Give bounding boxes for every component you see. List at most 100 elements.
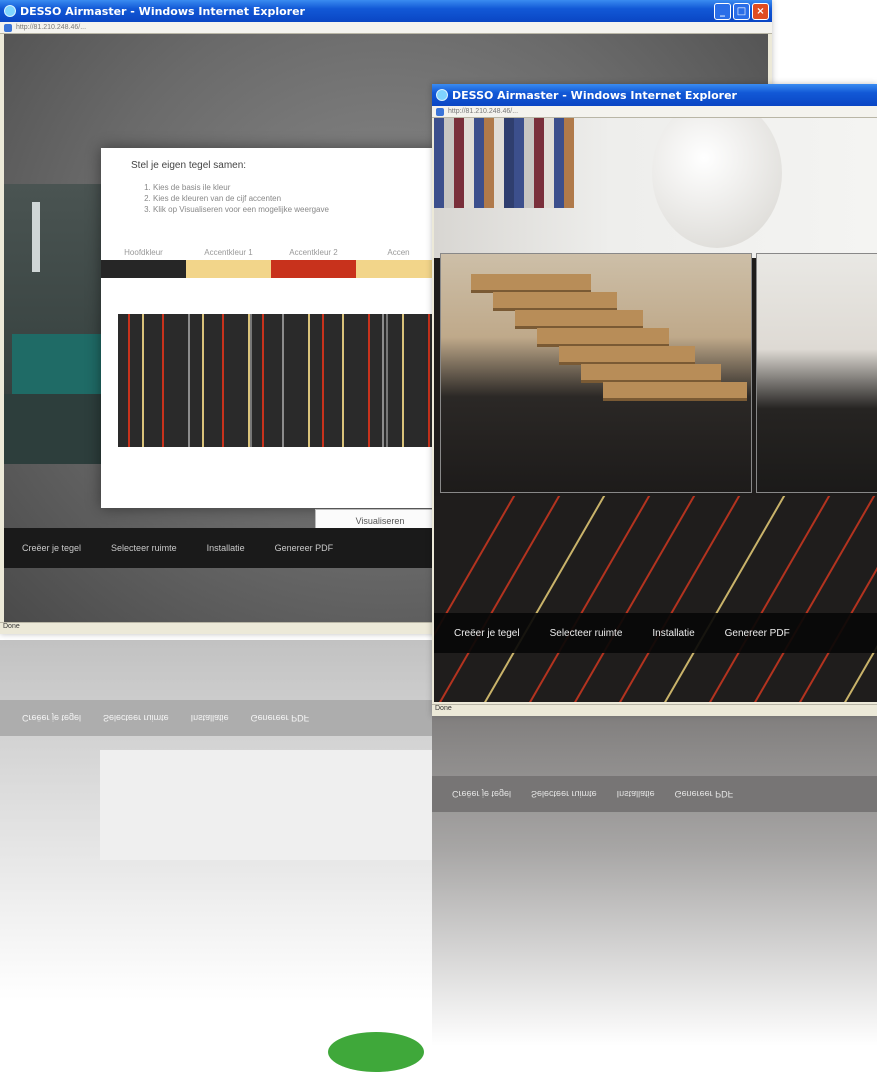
- chair-stripe: [484, 118, 494, 208]
- swatch-accent-3[interactable]: [356, 260, 441, 278]
- chair-stripe: [554, 118, 564, 208]
- room-view-office[interactable]: [756, 253, 877, 493]
- back-window-title: DESSO Airmaster - Windows Internet Explo…: [20, 4, 305, 18]
- carpet-tile-preview: [118, 314, 441, 447]
- maximize-button[interactable]: □: [733, 2, 750, 20]
- dialog-steps: Kies de basis ile kleur Kies de kleuren …: [143, 182, 329, 215]
- chair-stripe: [494, 118, 504, 208]
- refl-nav-item: Selecteer ruimte: [103, 713, 169, 723]
- color-label-accent-1: Accentkleur 1: [204, 248, 253, 257]
- tile-stripe: [142, 314, 144, 447]
- tile-seam: [386, 314, 388, 447]
- chair-stripe: [524, 118, 534, 208]
- carpet-floor: [434, 496, 877, 702]
- swatch-accent-1[interactable]: [186, 260, 271, 278]
- tile-stripe: [428, 314, 430, 447]
- refl-nav-item: Creëer je tegel: [452, 789, 512, 799]
- step-item: Kies de kleuren van de cijf accenten: [153, 193, 329, 204]
- close-button[interactable]: ×: [752, 2, 769, 20]
- front-browser-window: DESSO Airmaster - Windows Internet Explo…: [432, 84, 877, 716]
- color-swatches: [101, 260, 441, 278]
- tile-stripe: [382, 314, 384, 447]
- step-item: Klik op Visualiseren voor een mogelijke …: [153, 204, 329, 215]
- stair-step: [537, 328, 669, 347]
- page-icon: [4, 23, 12, 32]
- swatch-main[interactable]: [101, 260, 186, 278]
- front-window-title: DESSO Airmaster - Windows Internet Explo…: [452, 88, 737, 102]
- floor: [4, 394, 104, 464]
- front-nav-reflection: Creëer je tegel Selecteer ruimte Install…: [432, 776, 877, 812]
- color-label-main: Hoofdkleur: [124, 248, 163, 257]
- color-label-accent-2: Accentkleur 2: [289, 248, 338, 257]
- tile-stripe: [342, 314, 344, 447]
- back-window-reflection: Creëer je tegel Selecteer ruimte Install…: [0, 640, 432, 1000]
- room-photo: [4, 184, 104, 464]
- tile-stripe: [402, 314, 404, 447]
- color-label-accent-3: Accen: [387, 248, 410, 257]
- ie-icon: [4, 5, 16, 17]
- front-title-bar: DESSO Airmaster - Windows Internet Explo…: [432, 84, 877, 106]
- chair-stripe: [454, 118, 464, 208]
- nav-select-room[interactable]: Selecteer ruimte: [550, 628, 623, 639]
- striped-chair: [434, 118, 574, 208]
- refl-nav-item: Installatie: [190, 713, 229, 723]
- back-title-bar: DESSO Airmaster - Windows Internet Explo…: [0, 0, 772, 22]
- dialog-title: Stel je eigen tegel samen:: [131, 160, 247, 171]
- stair-step: [471, 274, 591, 293]
- stair-step: [581, 364, 721, 383]
- tile-stripe: [128, 314, 130, 447]
- tile-seam: [250, 314, 252, 447]
- lamp: [32, 202, 40, 272]
- tile-stripe: [162, 314, 164, 447]
- tile-stripe: [368, 314, 370, 447]
- chair-stripe: [544, 118, 554, 208]
- room-view-stairs[interactable]: [440, 253, 752, 493]
- nav-generate-pdf[interactable]: Genereer PDF: [725, 628, 790, 639]
- back-window-controls: _ □ ×: [714, 2, 769, 20]
- tile-configurator-dialog: Stel je eigen tegel samen: Kies de basis…: [101, 148, 445, 531]
- refl-nav-item: Selecteer ruimte: [531, 789, 597, 799]
- step-item: Kies de basis ile kleur: [153, 182, 329, 193]
- chair-stripe: [474, 118, 484, 208]
- tile-stripe: [222, 314, 224, 447]
- front-address-text: http://81.210.248.46/...: [448, 108, 519, 115]
- tile-stripe: [322, 314, 324, 447]
- page-icon: [436, 107, 444, 116]
- minimize-button[interactable]: _: [714, 2, 731, 20]
- green-decoration: [328, 1032, 424, 1072]
- stair-step: [493, 292, 617, 311]
- chair-stripe: [434, 118, 444, 208]
- front-address-bar[interactable]: http://81.210.248.46/...: [432, 106, 877, 118]
- stair-step: [603, 382, 747, 401]
- stair-step: [515, 310, 643, 329]
- refl-nav-item: Creëer je tegel: [22, 713, 82, 723]
- tile-stripe: [308, 314, 310, 447]
- nav-installation[interactable]: Installatie: [207, 543, 245, 553]
- tile-stripe: [282, 314, 284, 447]
- back-address-bar[interactable]: http://81.210.248.46/...: [0, 22, 772, 34]
- front-status-bar: Done: [432, 704, 877, 714]
- white-egg-chair: [652, 118, 782, 248]
- chair-stripe: [564, 118, 574, 208]
- nav-generate-pdf[interactable]: Genereer PDF: [275, 543, 334, 553]
- sofa: [12, 334, 102, 394]
- chair-stripe: [504, 118, 514, 208]
- refl-nav-item: Installatie: [616, 789, 655, 799]
- stair-step: [559, 346, 695, 365]
- tile-stripe: [188, 314, 190, 447]
- nav-select-room[interactable]: Selecteer ruimte: [111, 543, 177, 553]
- tile-stripe: [262, 314, 264, 447]
- chair-stripe: [534, 118, 544, 208]
- color-labels: Hoofdkleur Accentkleur 1 Accentkleur 2 A…: [101, 248, 441, 257]
- back-nav-reflection: Creëer je tegel Selecteer ruimte Install…: [0, 700, 432, 736]
- nav-installation[interactable]: Installatie: [652, 628, 694, 639]
- refl-nav-item: Genereer PDF: [250, 713, 310, 723]
- back-address-text: http://81.210.248.46/...: [16, 24, 87, 31]
- chair-stripe: [444, 118, 454, 208]
- chair-stripe: [464, 118, 474, 208]
- nav-create-tile[interactable]: Creëer je tegel: [22, 543, 81, 553]
- chair-stripe: [514, 118, 524, 208]
- swatch-accent-2[interactable]: [271, 260, 356, 278]
- front-bottom-nav: Creëer je tegel Selecteer ruimte Install…: [434, 613, 877, 653]
- nav-create-tile[interactable]: Creëer je tegel: [454, 628, 520, 639]
